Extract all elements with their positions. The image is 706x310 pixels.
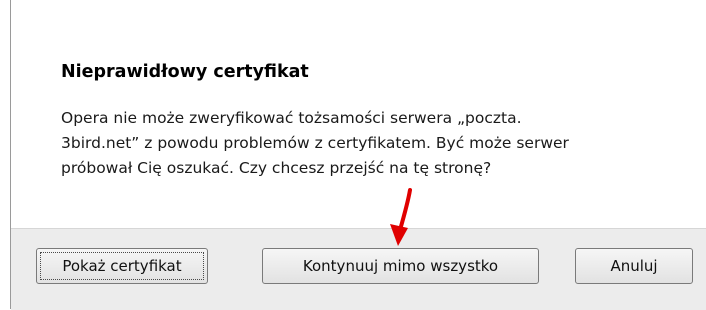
dialog-message: Opera nie może zweryfikować tożsamości s… [61, 106, 701, 181]
continue-anyway-button[interactable]: Kontynuuj mimo wszystko [262, 248, 539, 284]
cancel-button[interactable]: Anuluj [575, 248, 693, 284]
dialog-title: Nieprawidłowy certyfikat [61, 62, 309, 82]
message-line: 3bird.net” z powodu problemów z certyfik… [61, 134, 569, 152]
button-bar: Pokaż certyfikat Kontynuuj mimo wszystko… [11, 228, 706, 310]
message-line: Opera nie może zweryfikować tożsamości s… [61, 109, 522, 127]
certificate-dialog: Nieprawidłowy certyfikat Opera nie może … [0, 0, 706, 310]
message-line: próbował Cię oszukać. Czy chcesz przejść… [61, 159, 492, 177]
show-certificate-button[interactable]: Pokaż certyfikat [36, 248, 208, 284]
